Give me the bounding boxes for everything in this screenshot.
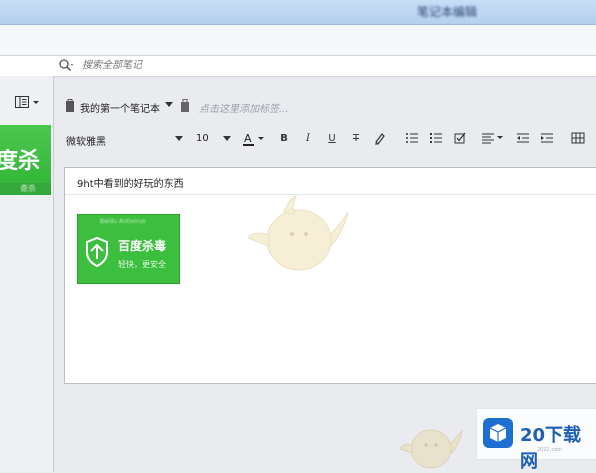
view-toggle-icon[interactable] bbox=[14, 94, 44, 110]
format-toolbar: 微软雅黑 10 A B I U T bbox=[53, 128, 596, 152]
mascot-watermark-small-icon bbox=[399, 429, 463, 469]
table-button[interactable] bbox=[570, 131, 586, 147]
bold-button[interactable]: B bbox=[276, 131, 292, 147]
font-color-button[interactable]: A bbox=[241, 131, 267, 147]
logo-domain: 2022.com bbox=[537, 447, 562, 453]
tag-icon bbox=[181, 99, 189, 112]
align-button[interactable] bbox=[480, 131, 506, 147]
highlighter-icon bbox=[375, 133, 385, 145]
mascot-watermark-icon bbox=[247, 195, 349, 271]
chevron-down-icon bbox=[223, 136, 231, 141]
align-left-icon bbox=[482, 133, 503, 144]
note-list-panel: 度杀 查杀 bbox=[0, 76, 54, 472]
embedded-image[interactable]: Baidu Antivirus 百度杀毒 轻快，更安全 bbox=[77, 214, 180, 284]
bullet-list-icon bbox=[406, 133, 418, 143]
notebook-icon bbox=[66, 99, 74, 112]
numbered-list-icon bbox=[430, 133, 442, 143]
table-icon bbox=[571, 132, 585, 144]
indent-button[interactable] bbox=[539, 131, 555, 147]
checkbox-button[interactable] bbox=[452, 131, 468, 147]
window-titlebar: 笔记本编辑 bbox=[0, 0, 596, 25]
notebook-selector[interactable]: 我的第一个笔记本 bbox=[80, 100, 160, 115]
chevron-down-icon[interactable] bbox=[165, 100, 173, 108]
embedded-image-subtitle: 轻快，更安全 bbox=[118, 260, 166, 269]
embedded-image-top-text: Baidu Antivirus bbox=[100, 218, 146, 225]
font-family-select[interactable]: 微软雅黑 bbox=[63, 130, 185, 148]
thumbnail-text: 度杀 bbox=[0, 149, 41, 174]
menu-strip bbox=[0, 25, 596, 55]
chevron-down-icon bbox=[175, 136, 183, 141]
search-input[interactable] bbox=[82, 58, 562, 72]
note-title: 9ht中看到的好玩的东西 bbox=[77, 179, 184, 190]
outdent-icon bbox=[517, 133, 529, 143]
shield-icon bbox=[86, 236, 108, 268]
site-logo-watermark: 20下载网 2022.com bbox=[476, 408, 596, 472]
underline-button[interactable]: U bbox=[324, 131, 340, 147]
font-size-select[interactable]: 10 bbox=[193, 130, 233, 148]
numbered-list-button[interactable] bbox=[428, 131, 444, 147]
svg-text:A: A bbox=[244, 132, 252, 145]
highlight-button[interactable] bbox=[372, 131, 388, 147]
search-icon[interactable] bbox=[58, 58, 74, 74]
notebook-row: 我的第一个笔记本 点击这里添加标签... bbox=[53, 92, 596, 120]
outdent-button[interactable] bbox=[515, 131, 531, 147]
italic-button[interactable]: I bbox=[300, 131, 316, 147]
embedded-image-title: 百度杀毒 bbox=[118, 239, 167, 253]
tag-input[interactable]: 点击这里添加标签... bbox=[199, 100, 289, 115]
font-family-value: 微软雅黑 bbox=[66, 137, 106, 148]
font-size-value: 10 bbox=[196, 133, 209, 144]
bullet-list-button[interactable] bbox=[404, 131, 420, 147]
thumbnail-footer: 查杀 bbox=[0, 183, 51, 195]
window-title: 笔记本编辑 bbox=[416, 5, 477, 19]
strikethrough-button[interactable]: T bbox=[348, 131, 364, 147]
font-color-icon: A bbox=[243, 132, 264, 146]
thumbnail-footer-text: 查杀 bbox=[20, 184, 36, 193]
cube-logo-icon bbox=[483, 418, 513, 448]
search-bar bbox=[0, 55, 596, 77]
checkbox-icon bbox=[454, 132, 466, 144]
note-thumbnail[interactable]: 度杀 查杀 bbox=[0, 125, 51, 195]
indent-icon bbox=[541, 133, 553, 143]
